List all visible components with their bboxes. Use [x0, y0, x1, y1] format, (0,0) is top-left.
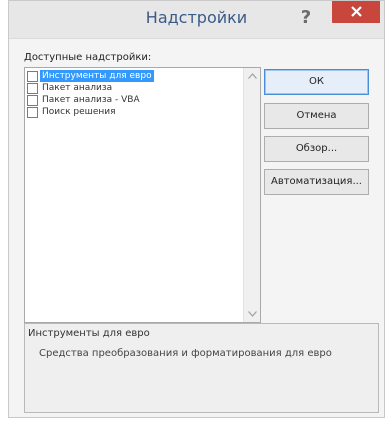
addin-label: Инструменты для евро: [40, 70, 154, 82]
cancel-button[interactable]: Отмена: [264, 103, 369, 129]
addin-checkbox[interactable]: [27, 94, 38, 106]
close-icon: [350, 6, 362, 17]
list-item[interactable]: Пакет анализа - VBA: [27, 94, 140, 106]
close-button[interactable]: [332, 1, 380, 23]
scroll-down-arrow[interactable]: [244, 306, 260, 322]
title-bar: Надстройки ?: [9, 1, 384, 39]
addin-checkbox[interactable]: [27, 82, 38, 94]
chevron-down-icon: [247, 311, 257, 317]
dialog-title: Надстройки: [145, 8, 248, 27]
addin-label: Поиск решения: [42, 107, 116, 117]
help-button[interactable]: ?: [295, 7, 317, 31]
scroll-up-arrow[interactable]: [244, 68, 260, 84]
list-item[interactable]: Инструменты для евро: [27, 70, 154, 82]
description-title: Инструменты для евро: [28, 328, 150, 339]
addin-checkbox[interactable]: [27, 106, 38, 118]
list-item[interactable]: Пакет анализа: [27, 82, 112, 94]
list-item[interactable]: Поиск решения: [27, 106, 116, 118]
automation-button[interactable]: Автоматизация...: [264, 169, 369, 195]
addin-label: Пакет анализа: [42, 83, 113, 93]
ok-button[interactable]: ОК: [264, 69, 369, 95]
browse-button[interactable]: Обзор...: [264, 136, 369, 162]
listbox-scrollbar[interactable]: [243, 68, 260, 322]
addin-label: Пакет анализа - VBA: [42, 95, 140, 105]
available-addins-label: Доступные надстройки:: [24, 52, 152, 63]
addins-dialog: Надстройки ? Доступные надстройки: Инстр…: [8, 0, 385, 418]
addins-listbox[interactable]: Инструменты для евро Пакет анализа Пакет…: [24, 67, 261, 323]
description-panel: Инструменты для евро Средства преобразов…: [24, 323, 379, 413]
addin-checkbox[interactable]: [27, 70, 38, 82]
chevron-up-icon: [247, 73, 257, 79]
description-text: Средства преобразования и форматирования…: [39, 348, 332, 359]
